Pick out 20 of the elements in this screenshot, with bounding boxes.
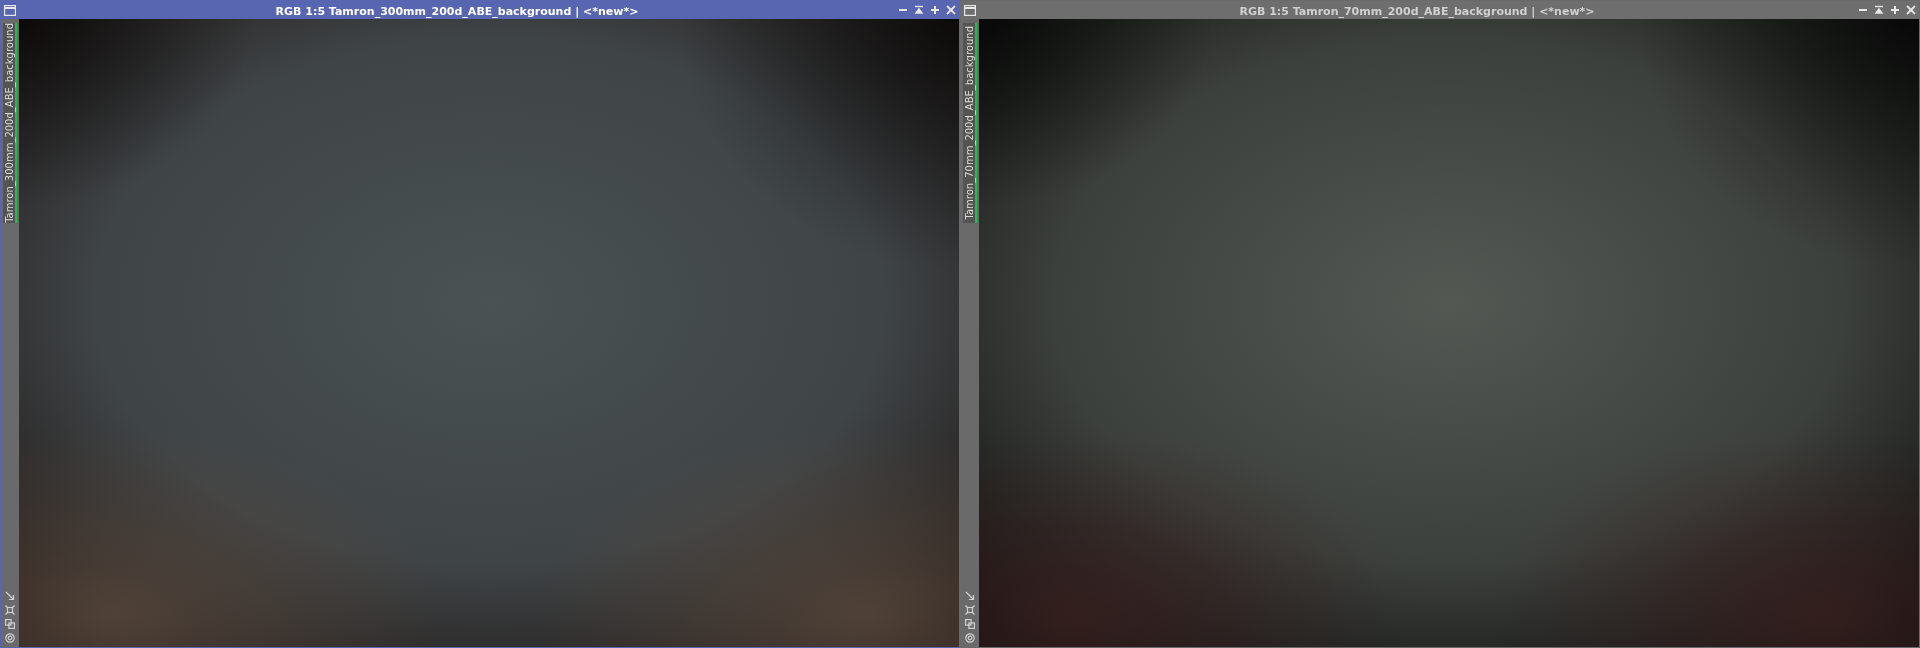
- window-icon[interactable]: [964, 4, 976, 16]
- copy-icon[interactable]: [5, 619, 15, 629]
- frame-icon[interactable]: [965, 605, 975, 615]
- shade-icon[interactable]: [914, 5, 924, 15]
- window-title: RGB 1:5 Tamron_70mm_200d_ABE_background | <*new*>: [1239, 5, 1595, 18]
- view-tab[interactable]: Tamron_300mm_200d_ABE_background: [3, 23, 17, 223]
- target-icon[interactable]: [5, 633, 15, 643]
- copy-icon[interactable]: [965, 619, 975, 629]
- arrow-icon[interactable]: [965, 591, 975, 601]
- close-icon[interactable]: [1906, 5, 1916, 15]
- view-tab[interactable]: Tamron_70mm_200d_ABE_background: [963, 23, 977, 223]
- close-icon[interactable]: [946, 5, 956, 15]
- maximize-icon[interactable]: [1890, 5, 1900, 15]
- frame-icon[interactable]: [5, 605, 15, 615]
- shade-icon[interactable]: [1874, 5, 1884, 15]
- window-icon[interactable]: [4, 4, 16, 16]
- window-title: RGB 1:5 Tamron_300mm_200d_ABE_background | <*new*>: [275, 5, 639, 18]
- arrow-icon[interactable]: [5, 591, 15, 601]
- maximize-icon[interactable]: [930, 5, 940, 15]
- target-icon[interactable]: [965, 633, 975, 643]
